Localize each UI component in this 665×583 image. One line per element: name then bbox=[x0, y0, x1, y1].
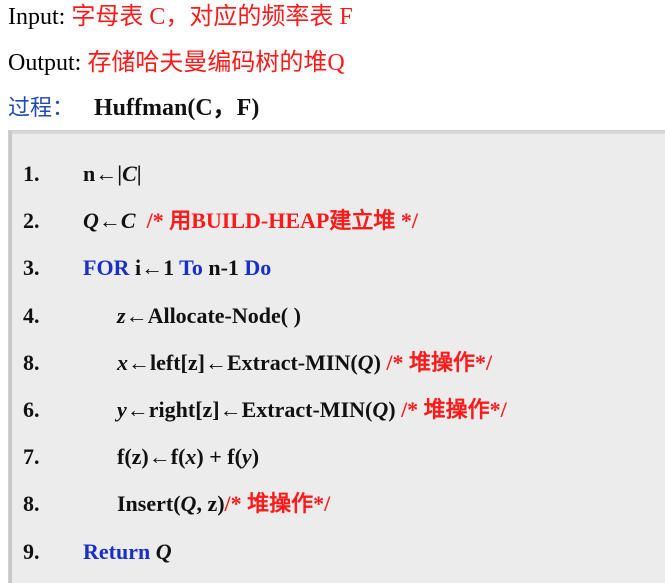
line-code: z←Allocate-Node( ) bbox=[117, 301, 301, 331]
panel-left-shade bbox=[9, 131, 12, 583]
code-token: ←left[z]←Extract-MIN( bbox=[128, 349, 358, 375]
code-token: Q bbox=[155, 538, 172, 564]
line-number: 9. bbox=[23, 538, 40, 564]
line-number: 4. bbox=[23, 302, 40, 328]
line-number: 8. bbox=[23, 349, 40, 375]
code-token: /* 堆操作*/ bbox=[386, 349, 493, 375]
line-code: Q←C /* 用BUILD-HEAP建立堆 */ bbox=[83, 206, 418, 236]
line-number: 8. bbox=[23, 491, 40, 517]
line-number: 2. bbox=[23, 208, 40, 234]
code-token: Insert( bbox=[117, 491, 181, 517]
code-token: ) bbox=[251, 444, 260, 470]
code-token: ←Allocate-Node( ) bbox=[125, 302, 301, 328]
code-token: x bbox=[185, 444, 197, 470]
input-value: 字母表 C，对应的频率表 F bbox=[71, 4, 353, 30]
code-token: , z) bbox=[196, 491, 225, 517]
code-token: C bbox=[120, 208, 136, 234]
line-code: Insert(Q, z)/* 堆操作*/ bbox=[117, 489, 330, 519]
code-token: y bbox=[241, 444, 252, 470]
code-token: Q bbox=[372, 397, 389, 422]
process-label: 过程： bbox=[8, 95, 75, 120]
code-token: /* 堆操作*/ bbox=[401, 397, 507, 422]
output-line: Output: 存储哈夫曼编码树的堆Q bbox=[8, 47, 345, 79]
code-token: Q bbox=[83, 208, 99, 234]
line-code: n←|C| bbox=[83, 159, 142, 189]
code-token: x bbox=[117, 349, 128, 375]
line-code: Return Q bbox=[83, 537, 172, 567]
code-token: /* 用BUILD-HEAP建立堆 */ bbox=[135, 208, 418, 234]
process-value: Huffman(C，F) bbox=[94, 95, 260, 121]
code-token: n-1 bbox=[202, 255, 245, 281]
code-token: ) bbox=[388, 397, 402, 422]
line-number: 1. bbox=[23, 161, 40, 186]
code-token: i←1 bbox=[129, 255, 180, 281]
code-token: Q bbox=[180, 491, 197, 517]
code-token: ←right[z]←Extract-MIN( bbox=[126, 397, 373, 422]
code-token: n←| bbox=[83, 161, 123, 186]
input-label: Input: bbox=[8, 4, 66, 30]
line-code: y←right[z]←Extract-MIN(Q) /* 堆操作*/ bbox=[117, 395, 507, 425]
line-code: x←left[z]←Extract-MIN(Q) /* 堆操作*/ bbox=[117, 348, 492, 378]
code-token: Do bbox=[244, 255, 272, 281]
algorithm-panel: 1. n←|C| 2. Q←C /* 用BUILD-HEAP建立堆 */3. FOR i… bbox=[8, 130, 665, 583]
line-number: 7. bbox=[23, 444, 40, 470]
panel-top-shade bbox=[9, 131, 665, 134]
code-token: Return bbox=[83, 538, 156, 564]
code-token: | bbox=[136, 161, 142, 186]
line-code: FOR i←1 To n-1 Do bbox=[83, 253, 271, 283]
code-token: Q bbox=[357, 349, 374, 375]
code-token: y bbox=[117, 397, 127, 422]
process-line: 过程： Huffman(C，F) bbox=[8, 92, 259, 124]
line-number: 6. bbox=[23, 397, 40, 422]
code-token: f(z)←f( bbox=[117, 444, 186, 470]
code-token: z bbox=[117, 302, 126, 328]
input-line: Input: 字母表 C，对应的频率表 F bbox=[8, 1, 353, 33]
code-token: To bbox=[179, 255, 203, 281]
code-token: /* 堆操作*/ bbox=[224, 491, 331, 517]
output-label: Output: bbox=[8, 50, 82, 76]
code-token: C bbox=[122, 161, 137, 186]
code-token: ) + f( bbox=[196, 444, 242, 470]
code-token: FOR bbox=[83, 255, 130, 281]
line-code: f(z)←f(x) + f(y) bbox=[117, 442, 259, 472]
code-token: ← bbox=[98, 208, 121, 234]
line-number: 3. bbox=[23, 255, 40, 281]
code-token: ) bbox=[373, 349, 387, 375]
output-value: 存储哈夫曼编码树的堆Q bbox=[87, 50, 345, 76]
